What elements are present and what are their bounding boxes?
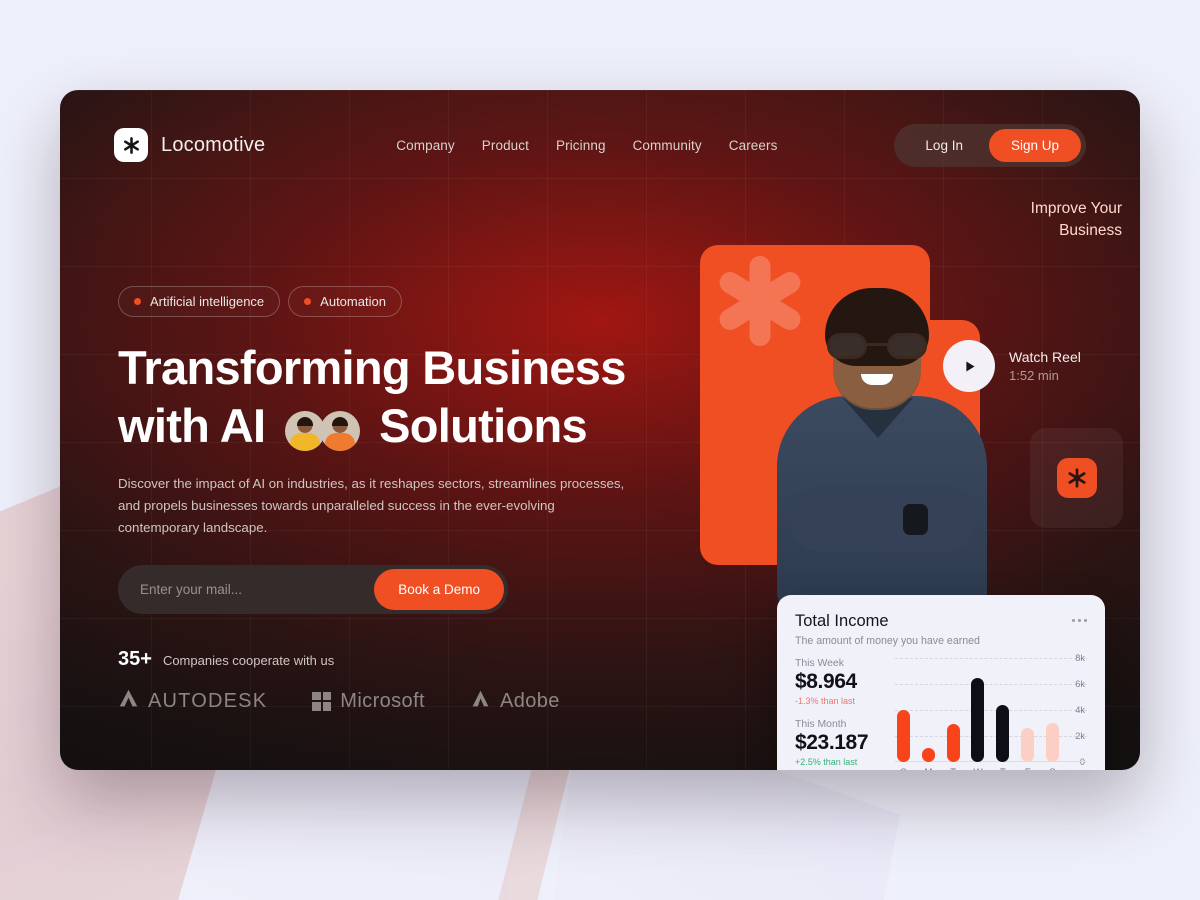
stat-this-week: This Week $8.964 -1.3% than last [795,658,887,706]
company-logos: AUTODESK Microsoft Adobe [118,688,560,714]
navbar: Locomotive Company Product Pricinng Comm… [60,90,1140,200]
income-bar-chart: 0 2k 4k 6k 8k S M T W T F S [895,653,1087,770]
play-icon[interactable] [943,340,995,392]
chart-x-tick-label: S [1046,767,1059,770]
chart-y-tick-label: 2k [1075,731,1085,741]
logo-label: AUTODESK [148,689,268,712]
stat-delta: +2.5% than last [795,757,858,767]
watch-reel[interactable]: Watch Reel 1:52 min [943,340,1081,392]
email-signup-bar: Book a Demo [118,565,508,614]
pill-label: Automation [320,294,386,309]
hero-person-photo [765,278,1000,608]
chart-x-tick-label: F [1021,767,1034,770]
headline-line-2-end: Solutions [379,399,587,452]
chart-y-tick-label: 0 [1079,757,1085,767]
companies-label: Companies cooperate with us [162,653,335,668]
stat-value: $23.187 [795,731,869,754]
bullet-dot-icon [134,298,141,305]
asterisk-star-icon [1056,458,1097,498]
more-options-icon[interactable] [1072,612,1087,622]
auth-buttons-group: Log In Sign Up [894,123,1086,167]
income-stats: This Week $8.964 -1.3% than last This Mo… [795,658,887,770]
avatar [284,411,325,451]
improve-line-2: Business [1059,222,1122,239]
pill-artificial-intelligence[interactable]: Artificial intelligence [118,286,281,317]
tag-pills: Artificial intelligence Automation [118,286,688,317]
autodesk-logo-icon [118,688,139,714]
microsoft-logo-icon [312,691,332,711]
chart-bar [921,747,935,762]
hero-subtitle: Discover the impact of AI on industries,… [118,476,625,535]
chart-y-tick-label: 4k [1075,705,1085,715]
chart-plot-area: 0 2k 4k 6k 8k [895,653,1087,767]
improve-business-caption: Improve Your Business [1031,198,1122,242]
login-button[interactable]: Log In [899,129,989,162]
income-card-title: Total Income [795,612,889,630]
nav-link-careers[interactable]: Careers [729,138,778,153]
watch-reel-title: Watch Reel [1009,349,1081,365]
income-card-body: This Week $8.964 -1.3% than last This Mo… [795,653,1087,770]
companies-section: 35+ Companies cooperate with us AUTODESK… [118,648,560,714]
chart-x-tick-label: T [947,767,960,770]
headline-line-2-start: with AI [118,399,266,452]
chart-bar [996,704,1010,762]
logo-autodesk: AUTODESK [118,688,267,714]
nav-link-pricing[interactable]: Pricinng [556,138,606,153]
stat-delta: -1.3% than last [795,696,856,706]
bullet-dot-icon [304,298,312,305]
pill-automation[interactable]: Automation [288,286,402,317]
adobe-logo-icon [470,688,491,714]
page-title: Transforming Business with AI Solutions [118,339,688,455]
logo-label: Adobe [500,689,560,712]
watch-reel-text: Watch Reel 1:52 min [1009,349,1081,383]
companies-heading: 35+ Companies cooperate with us [118,648,560,671]
stat-value: $8.964 [795,670,857,693]
badge-card [1030,428,1123,528]
stat-label: This Month [795,719,847,730]
brand-logo[interactable]: Locomotive [114,128,265,162]
nav-link-product[interactable]: Product [482,138,529,153]
signup-button[interactable]: Sign Up [988,128,1081,162]
total-income-card: Total Income The amount of money you hav… [777,595,1105,770]
headline-avatars [284,411,360,451]
chart-bar [971,677,985,762]
avatar [319,411,360,451]
chart-y-tick-label: 8k [1075,653,1085,663]
hero-section: Locomotive Company Product Pricinng Comm… [60,90,1140,770]
stat-label: This Week [795,658,844,669]
asterisk-star-icon [114,128,148,162]
chart-x-tick-label: W [971,767,984,770]
logo-label: Microsoft [340,689,425,712]
hero-left-column: Artificial intelligence Automation Trans… [118,286,688,614]
chart-x-tick-label: T [996,767,1009,770]
glasses-icon [827,333,927,359]
nav-link-community[interactable]: Community [633,138,702,153]
email-field[interactable] [122,582,375,597]
income-card-subtitle: The amount of money you have earned [795,635,980,647]
chart-y-tick-label: 6k [1075,679,1085,689]
chart-x-tick-label: M [922,767,935,770]
book-demo-button[interactable]: Book a Demo [374,569,504,610]
chart-bar [1045,723,1059,762]
nav-links: Company Product Pricinng Community Caree… [396,138,777,153]
brand-name: Locomotive [161,133,266,156]
watch-reel-duration: 1:52 min [1009,368,1059,383]
chart-bar [1021,728,1035,762]
chart-bars [895,658,1061,762]
income-card-header: Total Income [795,612,1087,631]
chart-x-labels: SMTWTFS [895,762,1061,770]
improve-line-1: Improve Your [1030,200,1122,217]
pill-label: Artificial intelligence [150,294,265,309]
nav-link-company[interactable]: Company [396,138,454,153]
chart-bar [946,724,960,762]
logo-adobe: Adobe [470,688,560,714]
logo-microsoft: Microsoft [312,690,425,713]
companies-count: 35+ [118,648,152,670]
chart-bar [897,710,910,762]
stat-this-month: This Month $23.187 +2.5% than last [795,719,887,767]
chart-x-tick-label: S [897,767,910,770]
smartwatch [903,504,928,535]
headline-line-1: Transforming Business [118,341,626,394]
